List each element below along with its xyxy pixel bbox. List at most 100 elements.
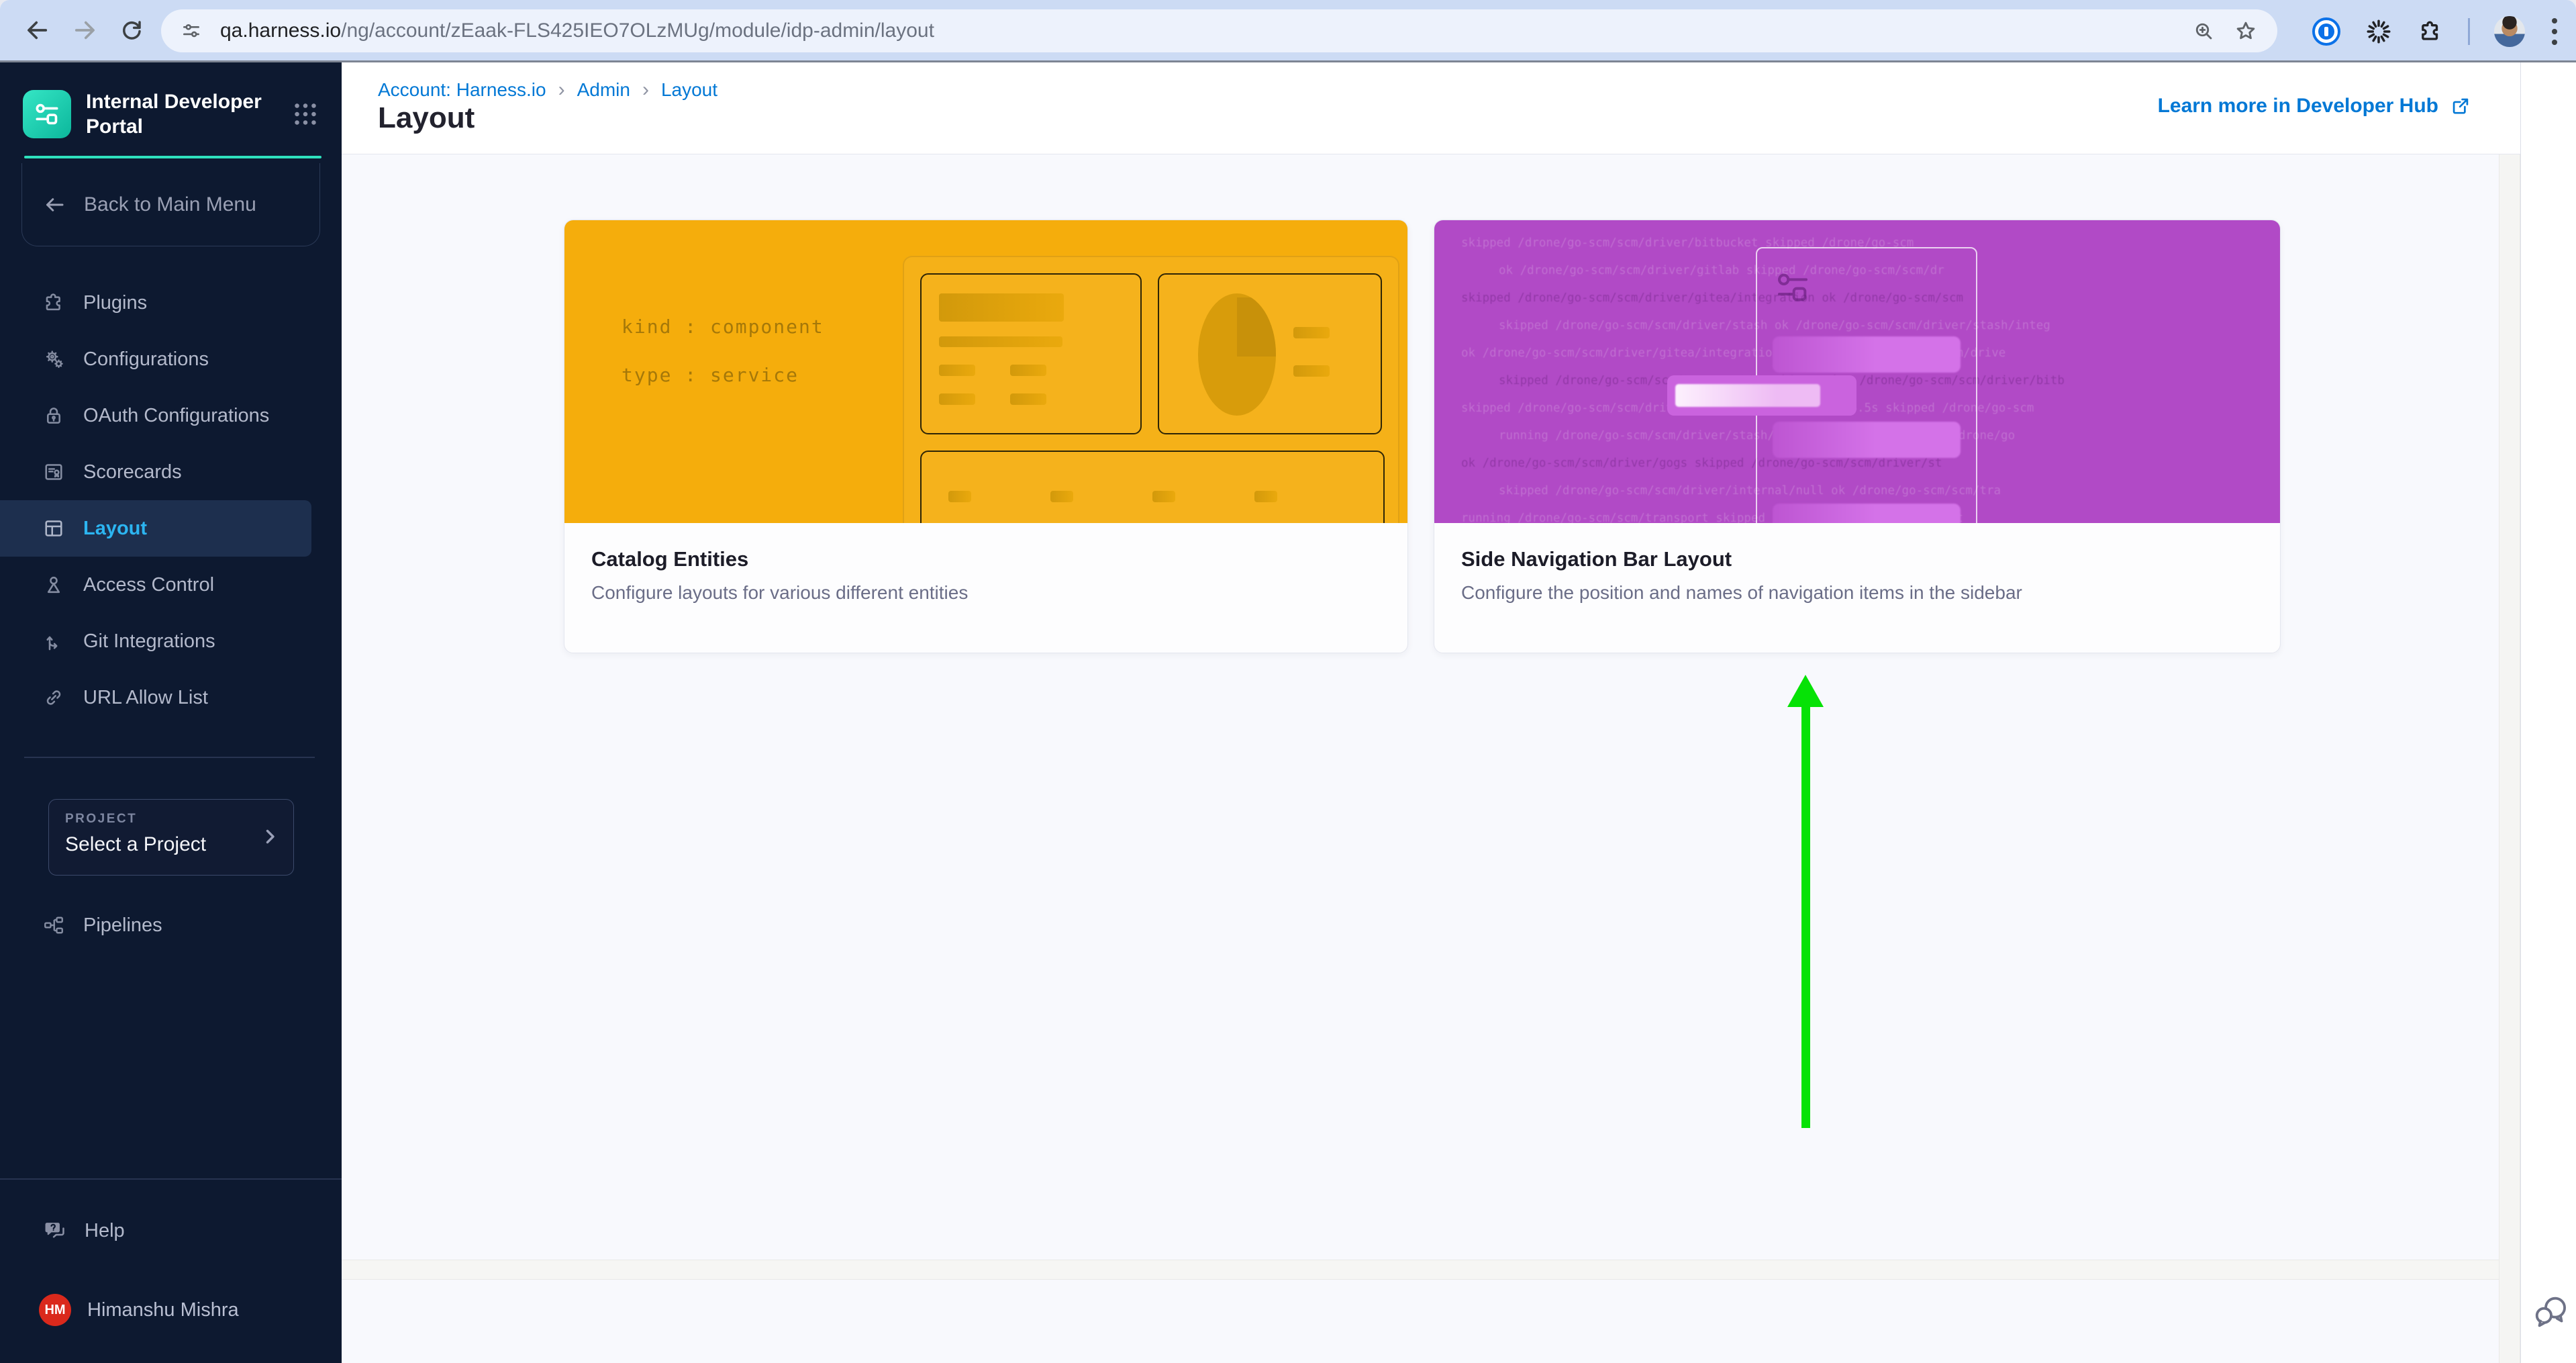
browser-back-button[interactable] <box>23 15 52 45</box>
horizontal-scrollbar-gutter[interactable] <box>342 1260 2499 1280</box>
external-link-icon <box>2449 95 2472 117</box>
mock-nav-item-bar <box>1773 504 1961 523</box>
chevron-right-icon <box>258 825 281 848</box>
illustration-panel <box>903 256 1399 523</box>
project-selector-value: Select a Project <box>65 833 277 856</box>
sidebar-help-section: Help <box>0 1203 342 1259</box>
url-bar[interactable]: qa.harness.io/ng/account/zEaak-FLS425IEO… <box>161 9 2277 52</box>
card-title: Catalog Entities <box>591 547 1381 571</box>
browser-forward-button[interactable] <box>70 15 99 45</box>
chat-support-icon[interactable] <box>2532 1292 2571 1331</box>
breadcrumb: Account: Harness.io › Admin › Layout <box>378 79 717 101</box>
back-to-main-menu-button[interactable]: Back to Main Menu <box>21 163 320 246</box>
sidebar-item-label: URL Allow List <box>83 687 208 709</box>
illustration-code-line: type : service <box>622 364 799 386</box>
illustration-chart-card <box>1158 273 1382 434</box>
module-grid-icon[interactable] <box>290 99 321 130</box>
browser-profile-avatar[interactable] <box>2494 16 2525 47</box>
toolbar-divider <box>2468 18 2470 45</box>
sidebar-item-git-integrations[interactable]: Git Integrations <box>0 613 342 669</box>
url-text: qa.harness.io/ng/account/zEaak-FLS425IEO… <box>220 19 934 42</box>
breadcrumb-separator: › <box>558 79 565 101</box>
illustration-table-card <box>920 451 1385 523</box>
idp-logo-glyph-icon <box>32 99 62 129</box>
mock-dragged-nav-item <box>1667 375 1856 416</box>
idp-app-logo <box>23 90 71 138</box>
card-title: Side Navigation Bar Layout <box>1461 547 2253 571</box>
url-path: /ng/account/zEaak-FLS425IEO7OLzMUg/modul… <box>341 19 934 42</box>
browser-menu-button[interactable] <box>2549 15 2560 48</box>
module-accent-line <box>24 156 321 158</box>
user-avatar: HM <box>39 1294 71 1326</box>
sidebar-item-url-allow-list[interactable]: URL Allow List <box>0 669 342 726</box>
side-nav-layout-card[interactable]: skipped /drone/go-scm/scm/driver/bitbuck… <box>1434 220 2281 653</box>
arrow-left-icon <box>42 193 66 217</box>
url-host: qa.harness.io <box>220 19 341 42</box>
branch-icon <box>42 629 66 653</box>
browser-reload-button[interactable] <box>117 15 146 45</box>
sidebar-item-access-control[interactable]: Access Control <box>0 557 342 613</box>
sidebar-pipelines-section: Pipelines <box>0 897 342 953</box>
breadcrumb-account-link[interactable]: Account: Harness.io <box>378 79 546 101</box>
sidebar-divider <box>24 757 315 758</box>
back-to-main-menu-label: Back to Main Menu <box>84 193 256 216</box>
help-button[interactable]: Help <box>0 1203 342 1259</box>
site-settings-icon[interactable] <box>180 19 203 42</box>
password-manager-extension-icon[interactable] <box>2312 17 2340 46</box>
user-name: Himanshu Mishra <box>87 1299 239 1321</box>
sidebar-item-pipelines[interactable]: Pipelines <box>0 897 342 953</box>
spinner-extension-icon[interactable] <box>2365 17 2393 46</box>
pipelines-icon <box>42 913 66 937</box>
card-description: Configure layouts for various different … <box>591 582 1381 604</box>
breadcrumb-layout-link[interactable]: Layout <box>661 79 717 101</box>
extensions-puzzle-icon[interactable] <box>2417 18 2444 45</box>
sidebar-nav: Plugins Configurations OAuth Configurati… <box>0 275 342 726</box>
page-header: Account: Harness.io › Admin › Layout Lay… <box>342 62 2520 154</box>
user-profile-button[interactable]: HM Himanshu Mishra <box>0 1282 342 1338</box>
sidebar: Internal Developer Portal Back to Main M… <box>0 62 342 1363</box>
sidebar-item-label: Pipelines <box>83 914 162 937</box>
help-chat-icon <box>42 1218 67 1243</box>
sidebar-item-label: Access Control <box>83 574 214 596</box>
sidebar-item-label: Scorecards <box>83 461 182 483</box>
annotation-arrow-up <box>1787 675 1824 1128</box>
link-icon <box>42 686 66 710</box>
illustration-code-line: kind : component <box>622 316 824 338</box>
learn-more-link[interactable]: Learn more in Developer Hub <box>2158 95 2472 117</box>
sidebar-item-layout[interactable]: Layout <box>0 500 311 557</box>
zoom-search-icon[interactable] <box>2191 19 2216 43</box>
sidebar-item-label: OAuth Configurations <box>83 405 269 427</box>
puzzle-icon <box>42 291 66 315</box>
right-rail <box>2520 62 2576 1363</box>
page-title: Layout <box>378 101 475 135</box>
sidebar-item-scorecards[interactable]: Scorecards <box>0 444 342 500</box>
side-nav-illustration: skipped /drone/go-scm/scm/driver/bitbuck… <box>1434 220 2280 523</box>
sidebar-bottom-divider <box>0 1178 342 1180</box>
mock-logo-icon <box>1773 267 1813 308</box>
card-description: Configure the position and names of navi… <box>1461 582 2253 604</box>
breadcrumb-separator: › <box>642 79 649 101</box>
breadcrumb-admin-link[interactable]: Admin <box>577 79 630 101</box>
catalog-entities-card[interactable]: kind : component type : service <box>564 220 1408 653</box>
sidebar-item-label: Layout <box>83 518 147 540</box>
sidebar-item-label: Plugins <box>83 292 147 314</box>
sidebar-item-plugins[interactable]: Plugins <box>0 275 342 331</box>
browser-toolbar: qa.harness.io/ng/account/zEaak-FLS425IEO… <box>0 0 2576 62</box>
forward-arrow-icon <box>70 16 99 44</box>
mock-nav-item-bar <box>1773 422 1961 458</box>
project-selector-label: PROJECT <box>65 812 277 827</box>
back-arrow-icon <box>23 16 52 44</box>
learn-more-label: Learn more in Developer Hub <box>2158 95 2438 117</box>
catalog-entities-illustration: kind : component type : service <box>564 220 1407 523</box>
person-icon <box>42 573 66 597</box>
gears-icon <box>42 347 66 371</box>
project-selector[interactable]: PROJECT Select a Project <box>48 799 294 876</box>
sidebar-item-configurations[interactable]: Configurations <box>0 331 342 387</box>
layout-icon <box>42 516 66 540</box>
vertical-scrollbar-gutter[interactable] <box>2499 154 2520 1363</box>
app-title: Internal Developer Portal <box>86 89 262 139</box>
lock-icon <box>42 404 66 428</box>
help-label: Help <box>85 1220 125 1242</box>
sidebar-item-oauth-configurations[interactable]: OAuth Configurations <box>0 387 342 444</box>
bookmark-star-icon[interactable] <box>2233 18 2259 44</box>
